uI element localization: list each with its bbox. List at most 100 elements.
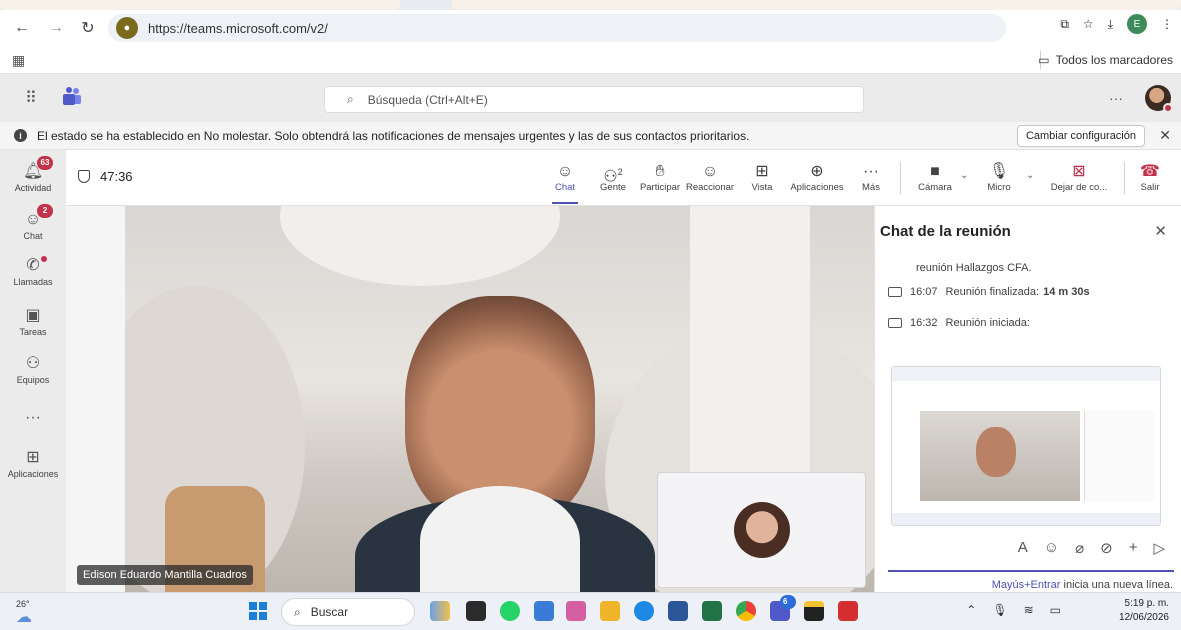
all-bookmarks-button[interactable]: ▭ Todos los marcadores bbox=[1038, 53, 1173, 67]
store-icon[interactable] bbox=[566, 601, 586, 621]
chat-badge: 2 bbox=[37, 204, 53, 218]
rail-item-chat[interactable]: ☺ 2 Chat bbox=[0, 204, 66, 241]
address-bar[interactable]: ● https://teams.microsoft.com/v2/ bbox=[108, 14, 1006, 42]
rail-item-apps[interactable]: ⊞ Aplicaciones bbox=[0, 448, 66, 479]
teams-icon[interactable]: 6 bbox=[770, 595, 796, 621]
cast-icon[interactable]: ⧉ bbox=[1060, 17, 1069, 32]
add-icon: ⊕ bbox=[810, 163, 824, 180]
video-camera-icon bbox=[888, 287, 902, 297]
close-icon[interactable]: ✕ bbox=[1159, 127, 1171, 144]
screenshot-thumbnail[interactable] bbox=[891, 366, 1161, 526]
tasks-icon: ▣ bbox=[25, 307, 41, 324]
emoji-icon: ☺ bbox=[701, 163, 719, 180]
clock-time: 5:19 p. m. bbox=[1124, 598, 1169, 609]
search-input[interactable]: ⌕ Búsqueda (Ctrl+Alt+E) bbox=[324, 86, 864, 113]
stop-sharing-button[interactable]: ⊠ Dejar de co... bbox=[1048, 162, 1110, 193]
reload-icon[interactable]: ↻ bbox=[76, 16, 100, 40]
chat-icon: ☺ 2 bbox=[23, 204, 53, 230]
bookmark-star-icon[interactable]: ☆ bbox=[1083, 17, 1094, 31]
tab-edge[interactable] bbox=[452, 0, 1181, 10]
app-rail: 🔔︎ 63 Actividad ☺ 2 Chat ✆ Llamadas ▣ Tare… bbox=[0, 150, 66, 592]
react-button[interactable]: ☺ Reaccionar bbox=[686, 162, 734, 193]
info-icon: i bbox=[14, 129, 27, 142]
windows-start-icon[interactable] bbox=[249, 602, 267, 620]
ceiling-light bbox=[280, 206, 560, 286]
raise-hand-button[interactable]: ✋︎ Participar bbox=[639, 162, 681, 193]
rail-item-activity[interactable]: 🔔︎ 63 Actividad bbox=[0, 156, 66, 193]
chat-label: Chat bbox=[554, 182, 576, 193]
apps-button[interactable]: ⊕ Aplicaciones bbox=[789, 162, 845, 193]
camera-button[interactable]: ■ Cámara bbox=[916, 162, 954, 193]
wifi-icon[interactable]: ≋ bbox=[1024, 603, 1034, 617]
excel-icon[interactable] bbox=[702, 601, 722, 621]
chevron-down-icon[interactable]: ⌄ bbox=[960, 170, 968, 181]
taskbar-search[interactable]: ⌕ Buscar bbox=[281, 598, 415, 626]
file-explorer-icon[interactable] bbox=[600, 601, 620, 621]
compose-hint: Mayús+Entrar inicia una nueva línea. bbox=[992, 579, 1173, 591]
chat-button[interactable]: ☺ Chat bbox=[552, 162, 578, 204]
teams-logo-icon bbox=[63, 87, 81, 105]
event-text: Reunión finalizada: bbox=[945, 286, 1040, 298]
camera-label: Cámara bbox=[918, 182, 952, 193]
whatsapp-icon[interactable] bbox=[500, 601, 520, 621]
thumb-browser-bar bbox=[892, 367, 1160, 381]
pdf-icon[interactable] bbox=[838, 601, 858, 621]
more-button[interactable]: ··· Más bbox=[860, 162, 882, 193]
chevron-up-icon[interactable]: ⌃ bbox=[966, 603, 976, 617]
self-view-tile[interactable] bbox=[657, 472, 866, 588]
user-avatar[interactable] bbox=[1145, 85, 1173, 113]
app-launcher-icon[interactable]: ⠿ bbox=[25, 88, 37, 108]
chevron-down-icon[interactable]: ⌄ bbox=[1026, 170, 1034, 181]
url-text[interactable]: https://teams.microsoft.com/v2/ bbox=[148, 21, 328, 36]
apps-grid-icon[interactable]: ▦ bbox=[12, 52, 25, 69]
clock[interactable]: 5:19 p. m. 12/06/2026 bbox=[1119, 597, 1169, 625]
rail-item-teams[interactable]: ⚇ Equipos bbox=[0, 354, 66, 385]
battery-icon[interactable]: ▭ bbox=[1050, 603, 1061, 617]
people-label: Gente bbox=[600, 182, 626, 193]
view-button[interactable]: ⊞ Vista bbox=[750, 162, 774, 193]
stop-share-icon: ⊠ bbox=[1072, 163, 1086, 180]
thumb-taskbar bbox=[892, 513, 1160, 525]
notification-banner: i El estado se ha establecido en No mole… bbox=[0, 122, 1181, 150]
copilot-icon[interactable] bbox=[430, 601, 450, 621]
download-icon[interactable]: ⤓ bbox=[1108, 17, 1113, 32]
add-icon[interactable]: + bbox=[1129, 539, 1138, 557]
rail-item-tasks[interactable]: ▣ Tareas bbox=[0, 306, 66, 337]
weather-widget[interactable]: 26° ☁ bbox=[16, 599, 32, 627]
task-view-icon[interactable] bbox=[466, 601, 486, 621]
forward-icon[interactable]: → bbox=[44, 16, 68, 40]
word-icon[interactable] bbox=[668, 601, 688, 621]
hint-key: Mayús+Entrar bbox=[991, 579, 1061, 591]
more-apps-icon: ··· bbox=[25, 409, 41, 426]
rail-item-calls[interactable]: ✆ Llamadas bbox=[0, 256, 66, 287]
mic-button[interactable]: 🎙︎ Micro bbox=[984, 162, 1014, 193]
send-icon[interactable]: ▷ bbox=[1153, 539, 1165, 557]
leave-label: Salir bbox=[1140, 182, 1160, 193]
rail-item-more[interactable]: ··· bbox=[0, 408, 66, 428]
chrome-icon[interactable] bbox=[736, 601, 756, 621]
menu-kebab-icon[interactable]: ⋮ bbox=[1161, 17, 1173, 31]
mic-icon[interactable]: 🎙︎ bbox=[992, 603, 1007, 617]
site-info-icon[interactable]: ● bbox=[116, 17, 138, 39]
close-icon[interactable]: ✕ bbox=[1154, 222, 1167, 240]
speaker-name-label: Edison Eduardo Mantilla Cuadros bbox=[77, 565, 253, 585]
share-label: Dejar de co... bbox=[1050, 182, 1108, 193]
attach-icon[interactable]: ⌀ bbox=[1075, 539, 1084, 557]
loop-icon[interactable]: ⊘ bbox=[1100, 539, 1113, 557]
tab-edge[interactable] bbox=[0, 0, 400, 10]
react-label: Reaccionar bbox=[686, 182, 735, 193]
app-icon[interactable] bbox=[534, 601, 554, 621]
hint-text: inicia una nueva línea. bbox=[1060, 579, 1173, 591]
format-icon[interactable]: A bbox=[1018, 539, 1028, 557]
people-button[interactable]: ⚇2 Gente bbox=[598, 162, 628, 193]
leave-button[interactable]: ☎︎ Salir bbox=[1138, 162, 1162, 193]
camera-off-icon: ■ bbox=[930, 163, 940, 180]
edge-icon[interactable] bbox=[634, 601, 654, 621]
emoji-icon[interactable]: ☺ bbox=[1044, 539, 1059, 557]
change-settings-button[interactable]: Cambiar configuración bbox=[1016, 125, 1145, 147]
app-icon[interactable] bbox=[804, 601, 824, 621]
chat-message: reunión Hallazgos CFA. bbox=[916, 262, 1032, 274]
profile-avatar[interactable]: E bbox=[1127, 14, 1147, 34]
more-options-icon[interactable]: ··· bbox=[1109, 90, 1123, 106]
back-icon[interactable]: ← bbox=[10, 16, 34, 40]
